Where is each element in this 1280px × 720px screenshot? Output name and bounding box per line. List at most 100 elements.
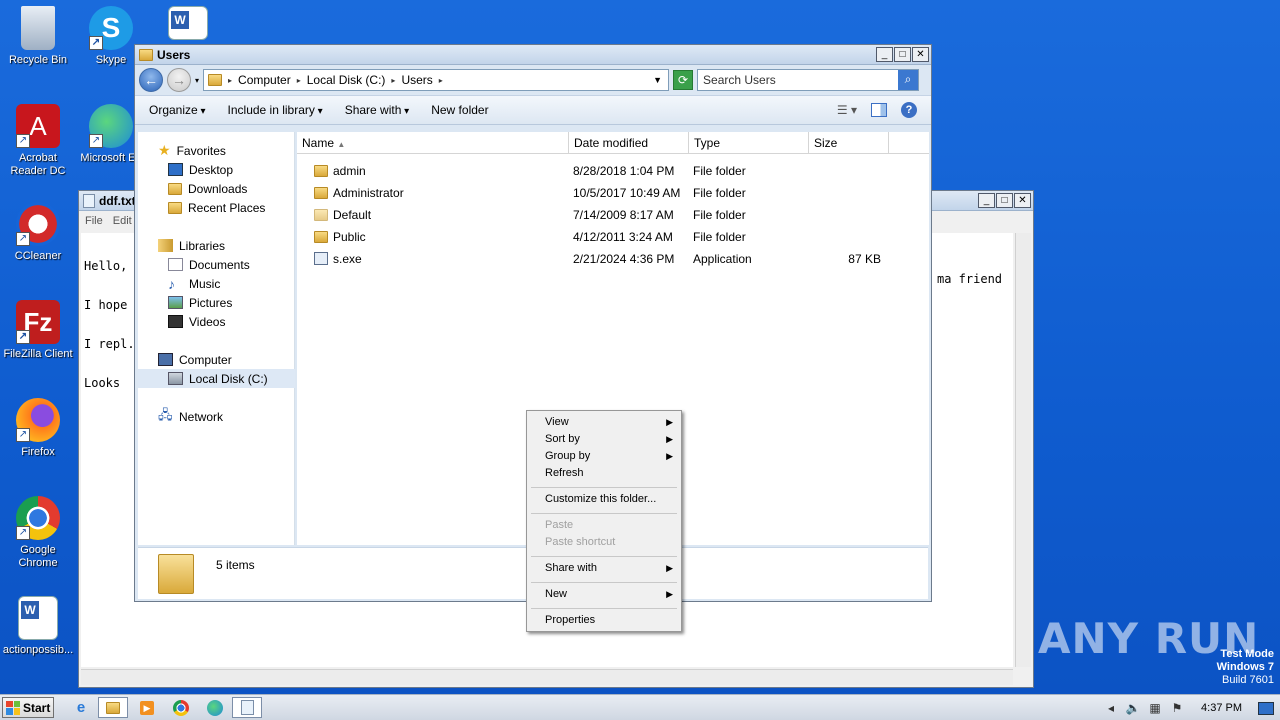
table-row[interactable]: Default 7/14/2009 8:17 AM File folder (297, 204, 929, 226)
address-bar[interactable]: ▸ Computer ▸ Local Disk (C:) ▸ Users ▸ ▼ (203, 69, 670, 91)
breadcrumb-computer[interactable]: Computer (238, 73, 291, 87)
chrome-icon: ↗ (16, 496, 60, 540)
taskbar-edge[interactable] (200, 697, 230, 718)
show-hidden-icons-icon[interactable]: ◂ (1103, 701, 1119, 715)
desktop-icon-word-doc[interactable]: W (150, 6, 226, 44)
menu-item-refresh[interactable]: Refresh (545, 465, 675, 482)
desktop-icon-actionpossib[interactable]: W actionpossib... (0, 596, 76, 657)
share-with-button[interactable]: Share with (345, 103, 410, 117)
nav-network[interactable]: 🖧 Network (138, 407, 295, 426)
nav-local-disk[interactable]: Local Disk (C:) (138, 369, 295, 388)
new-folder-button[interactable]: New folder (431, 103, 488, 117)
column-header-size[interactable]: Size (809, 132, 889, 153)
menu-item-customize[interactable]: Customize this folder... (545, 491, 675, 508)
search-input[interactable]: Search Users ⌕ (697, 69, 920, 91)
organize-button[interactable]: Organize (149, 103, 206, 117)
nav-pictures[interactable]: Pictures (138, 293, 295, 312)
taskbar-explorer[interactable] (98, 697, 128, 718)
desktop-icon-firefox[interactable]: ↗ Firefox (0, 398, 76, 459)
table-row[interactable]: Administrator 10/5/2017 10:49 AM File fo… (297, 182, 929, 204)
menu-item-new[interactable]: New ▶ (545, 586, 675, 603)
ccleaner-icon: ↗ (16, 202, 60, 246)
desktop-icon-chrome[interactable]: ↗ Google Chrome (0, 496, 76, 570)
breadcrumb-users[interactable]: Users (401, 73, 432, 87)
menu-item-paste[interactable]: Paste (545, 517, 675, 534)
nav-computer[interactable]: Computer (138, 350, 295, 369)
column-header-type[interactable]: Type (689, 132, 809, 153)
include-in-library-button[interactable]: Include in library (228, 103, 323, 117)
forward-button[interactable]: → (167, 68, 191, 92)
clock[interactable]: 4:37 PM (1201, 702, 1242, 714)
column-headers: Name ▲ Date modified Type Size (297, 132, 929, 154)
speaker-icon[interactable]: 🔈 (1125, 701, 1141, 715)
nav-label: Videos (189, 314, 226, 329)
breadcrumb-local-disk[interactable]: Local Disk (C:) (307, 73, 386, 87)
menu-item-share-with[interactable]: Share with ▶ (545, 560, 675, 577)
table-row[interactable]: s.exe 2/21/2024 4:36 PM Application 87 K… (297, 248, 929, 270)
search-icon[interactable]: ⌕ (898, 70, 919, 90)
chevron-down-icon[interactable]: ▾ (195, 76, 199, 85)
explorer-titlebar[interactable]: Users _ □ ✕ (135, 45, 931, 65)
nav-music[interactable]: ♪ Music (138, 274, 295, 293)
menu-item-label: Share with (545, 562, 597, 574)
nav-label: Network (179, 409, 224, 424)
acrobat-icon: A ↗ (16, 104, 60, 148)
start-button[interactable]: Start (2, 697, 54, 718)
menu-item-group-by[interactable]: Group by ▶ (545, 448, 675, 465)
table-row[interactable]: admin 8/28/2018 1:04 PM File folder (297, 160, 929, 182)
notepad-icon (83, 193, 95, 208)
network-icon[interactable]: ▦ (1147, 701, 1163, 715)
table-row[interactable]: Public 4/12/2011 3:24 AM File folder (297, 226, 929, 248)
nav-favorites[interactable]: ★ Favorites (138, 141, 295, 160)
menu-item-properties[interactable]: Properties (545, 612, 675, 629)
taskbar-ie[interactable]: e (66, 697, 96, 718)
column-header-name[interactable]: Name ▲ (297, 132, 569, 153)
navigation-pane: ★ Favorites Desktop Downloads Recent Pla… (138, 132, 295, 545)
desktop-icon-label: CCleaner (14, 250, 62, 262)
notepad-title: ddf.txt (99, 193, 136, 208)
menu-item-sort-by[interactable]: Sort by ▶ (545, 431, 675, 448)
minimize-button[interactable]: _ (978, 193, 995, 208)
menu-file[interactable]: File (85, 215, 103, 227)
system-tray: ◂ 🔈 ▦ ⚑ 4:37 PM (1103, 695, 1280, 720)
view-options-icon[interactable]: ☰ ▾ (837, 103, 857, 117)
desktop-icon-filezilla[interactable]: Fz ↗ FileZilla Client (0, 300, 76, 361)
close-button[interactable]: ✕ (1014, 193, 1031, 208)
help-icon[interactable]: ? (901, 102, 917, 118)
address-dropdown-icon[interactable]: ▼ (653, 75, 662, 85)
file-name: admin (333, 164, 366, 178)
menu-item-view[interactable]: View ▶ (545, 414, 675, 431)
nav-downloads[interactable]: Downloads (138, 179, 295, 198)
taskbar-media-player[interactable]: ▶ (132, 697, 162, 718)
nav-desktop[interactable]: Desktop (138, 160, 295, 179)
nav-documents[interactable]: Documents (138, 255, 295, 274)
back-button[interactable]: ← (139, 68, 163, 92)
nav-label: Computer (179, 352, 232, 367)
nav-label: Pictures (189, 295, 233, 310)
desktop-icon-label: Recycle Bin (8, 54, 68, 66)
menu-item-paste-shortcut[interactable]: Paste shortcut (545, 534, 675, 551)
refresh-icon[interactable]: ⟳ (673, 70, 694, 90)
action-center-flag-icon[interactable]: ⚑ (1169, 701, 1185, 715)
nav-videos[interactable]: Videos (138, 312, 295, 331)
nav-libraries[interactable]: Libraries (138, 236, 295, 255)
close-button[interactable]: ✕ (912, 47, 929, 62)
desktop-icon-acrobat[interactable]: A ↗ Acrobat Reader DC (0, 104, 76, 178)
preview-pane-icon[interactable] (871, 103, 887, 117)
horizontal-scrollbar[interactable] (81, 669, 1013, 685)
item-count: 5 items (216, 558, 255, 572)
menu-edit[interactable]: Edit (113, 215, 132, 227)
desktop-icon-recycle-bin[interactable]: Recycle Bin (0, 6, 76, 67)
maximize-button[interactable]: □ (996, 193, 1013, 208)
column-header-date[interactable]: Date modified (569, 132, 689, 153)
file-type: File folder (693, 208, 746, 222)
show-desktop-icon[interactable] (1258, 701, 1274, 715)
vertical-scrollbar[interactable] (1015, 233, 1031, 667)
taskbar-notepad[interactable] (232, 697, 262, 718)
taskbar-chrome[interactable] (166, 697, 196, 718)
maximize-button[interactable]: □ (894, 47, 911, 62)
nav-recent-places[interactable]: Recent Places (138, 198, 295, 217)
minimize-button[interactable]: _ (876, 47, 893, 62)
desktop-icon-ccleaner[interactable]: ↗ CCleaner (0, 202, 76, 263)
context-menu: View ▶ Sort by ▶ Group by ▶ Refresh Customi… (526, 410, 682, 632)
